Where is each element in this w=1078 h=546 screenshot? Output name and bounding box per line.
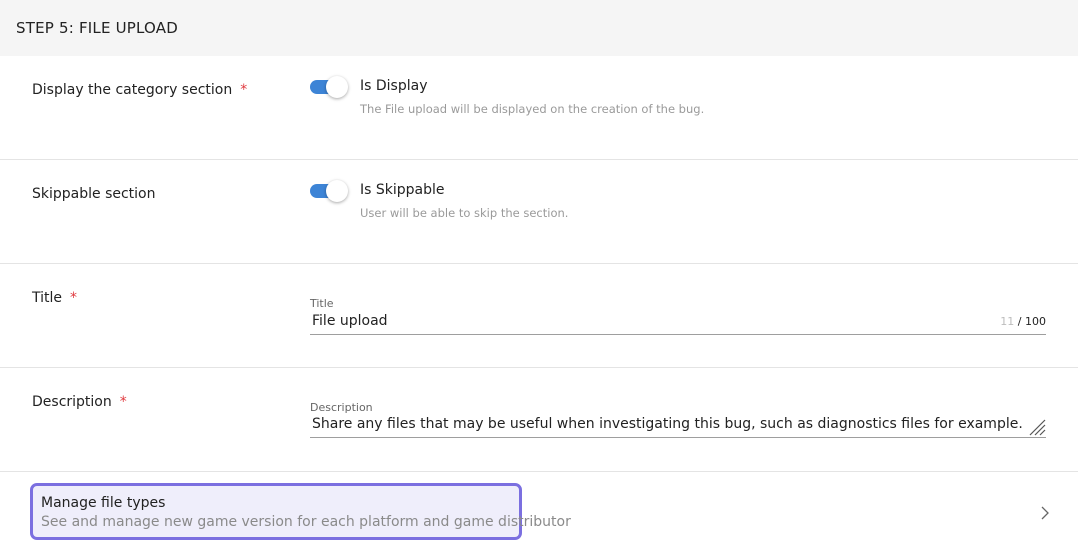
- step-header: STEP 5: FILE UPLOAD: [0, 0, 1078, 56]
- required-mark: *: [70, 290, 78, 306]
- step-title: STEP 5: FILE UPLOAD: [16, 19, 178, 37]
- is-skippable-toggle[interactable]: [310, 179, 348, 203]
- is-display-hint: The File upload will be displayed on the…: [360, 102, 705, 116]
- description-section-label-text: Description: [32, 394, 112, 410]
- title-field[interactable]: Title 11 / 100: [310, 297, 1046, 335]
- description-section-row: Description * Description Share any files…: [0, 368, 1078, 472]
- description-field-label: Description: [310, 401, 373, 414]
- is-skippable-label: Is Skippable: [360, 182, 445, 198]
- toggle-knob: [326, 180, 348, 202]
- resize-handle-icon[interactable]: [1028, 418, 1046, 436]
- is-display-label: Is Display: [360, 78, 428, 94]
- description-section-label: Description *: [32, 394, 127, 410]
- title-field-label: Title: [310, 297, 334, 310]
- char-count: 11: [1000, 315, 1015, 328]
- title-section-label: Title *: [32, 290, 77, 306]
- skippable-section-label: Skippable section: [32, 186, 156, 202]
- description-textarea[interactable]: Share any files that may be useful when …: [312, 416, 1023, 432]
- required-mark: *: [240, 82, 248, 98]
- title-section-label-text: Title: [32, 290, 63, 306]
- title-section-row: Title * Title 11 / 100: [0, 264, 1078, 368]
- skippable-section-row: Skippable section Is Skippable User will…: [0, 160, 1078, 264]
- counter-separator: /: [1017, 315, 1022, 328]
- title-char-counter: 11 / 100: [1000, 315, 1046, 328]
- manage-file-types-title: Manage file types: [41, 495, 166, 511]
- chevron-right-icon[interactable]: [1040, 505, 1050, 521]
- title-input[interactable]: [312, 313, 992, 329]
- required-mark: *: [119, 394, 127, 410]
- description-field[interactable]: Description Share any files that may be …: [310, 401, 1046, 438]
- toggle-knob: [326, 76, 348, 98]
- is-display-toggle[interactable]: [310, 75, 348, 99]
- display-section-label: Display the category section *: [32, 82, 247, 98]
- manage-file-types-subtitle: See and manage new game version for each…: [41, 514, 571, 530]
- is-skippable-hint: User will be able to skip the section.: [360, 206, 569, 220]
- display-section-label-text: Display the category section: [32, 82, 233, 98]
- manage-file-types-link[interactable]: Manage file types See and manage new gam…: [30, 483, 571, 540]
- char-max: 100: [1025, 315, 1046, 328]
- display-section-row: Display the category section * Is Display…: [0, 56, 1078, 160]
